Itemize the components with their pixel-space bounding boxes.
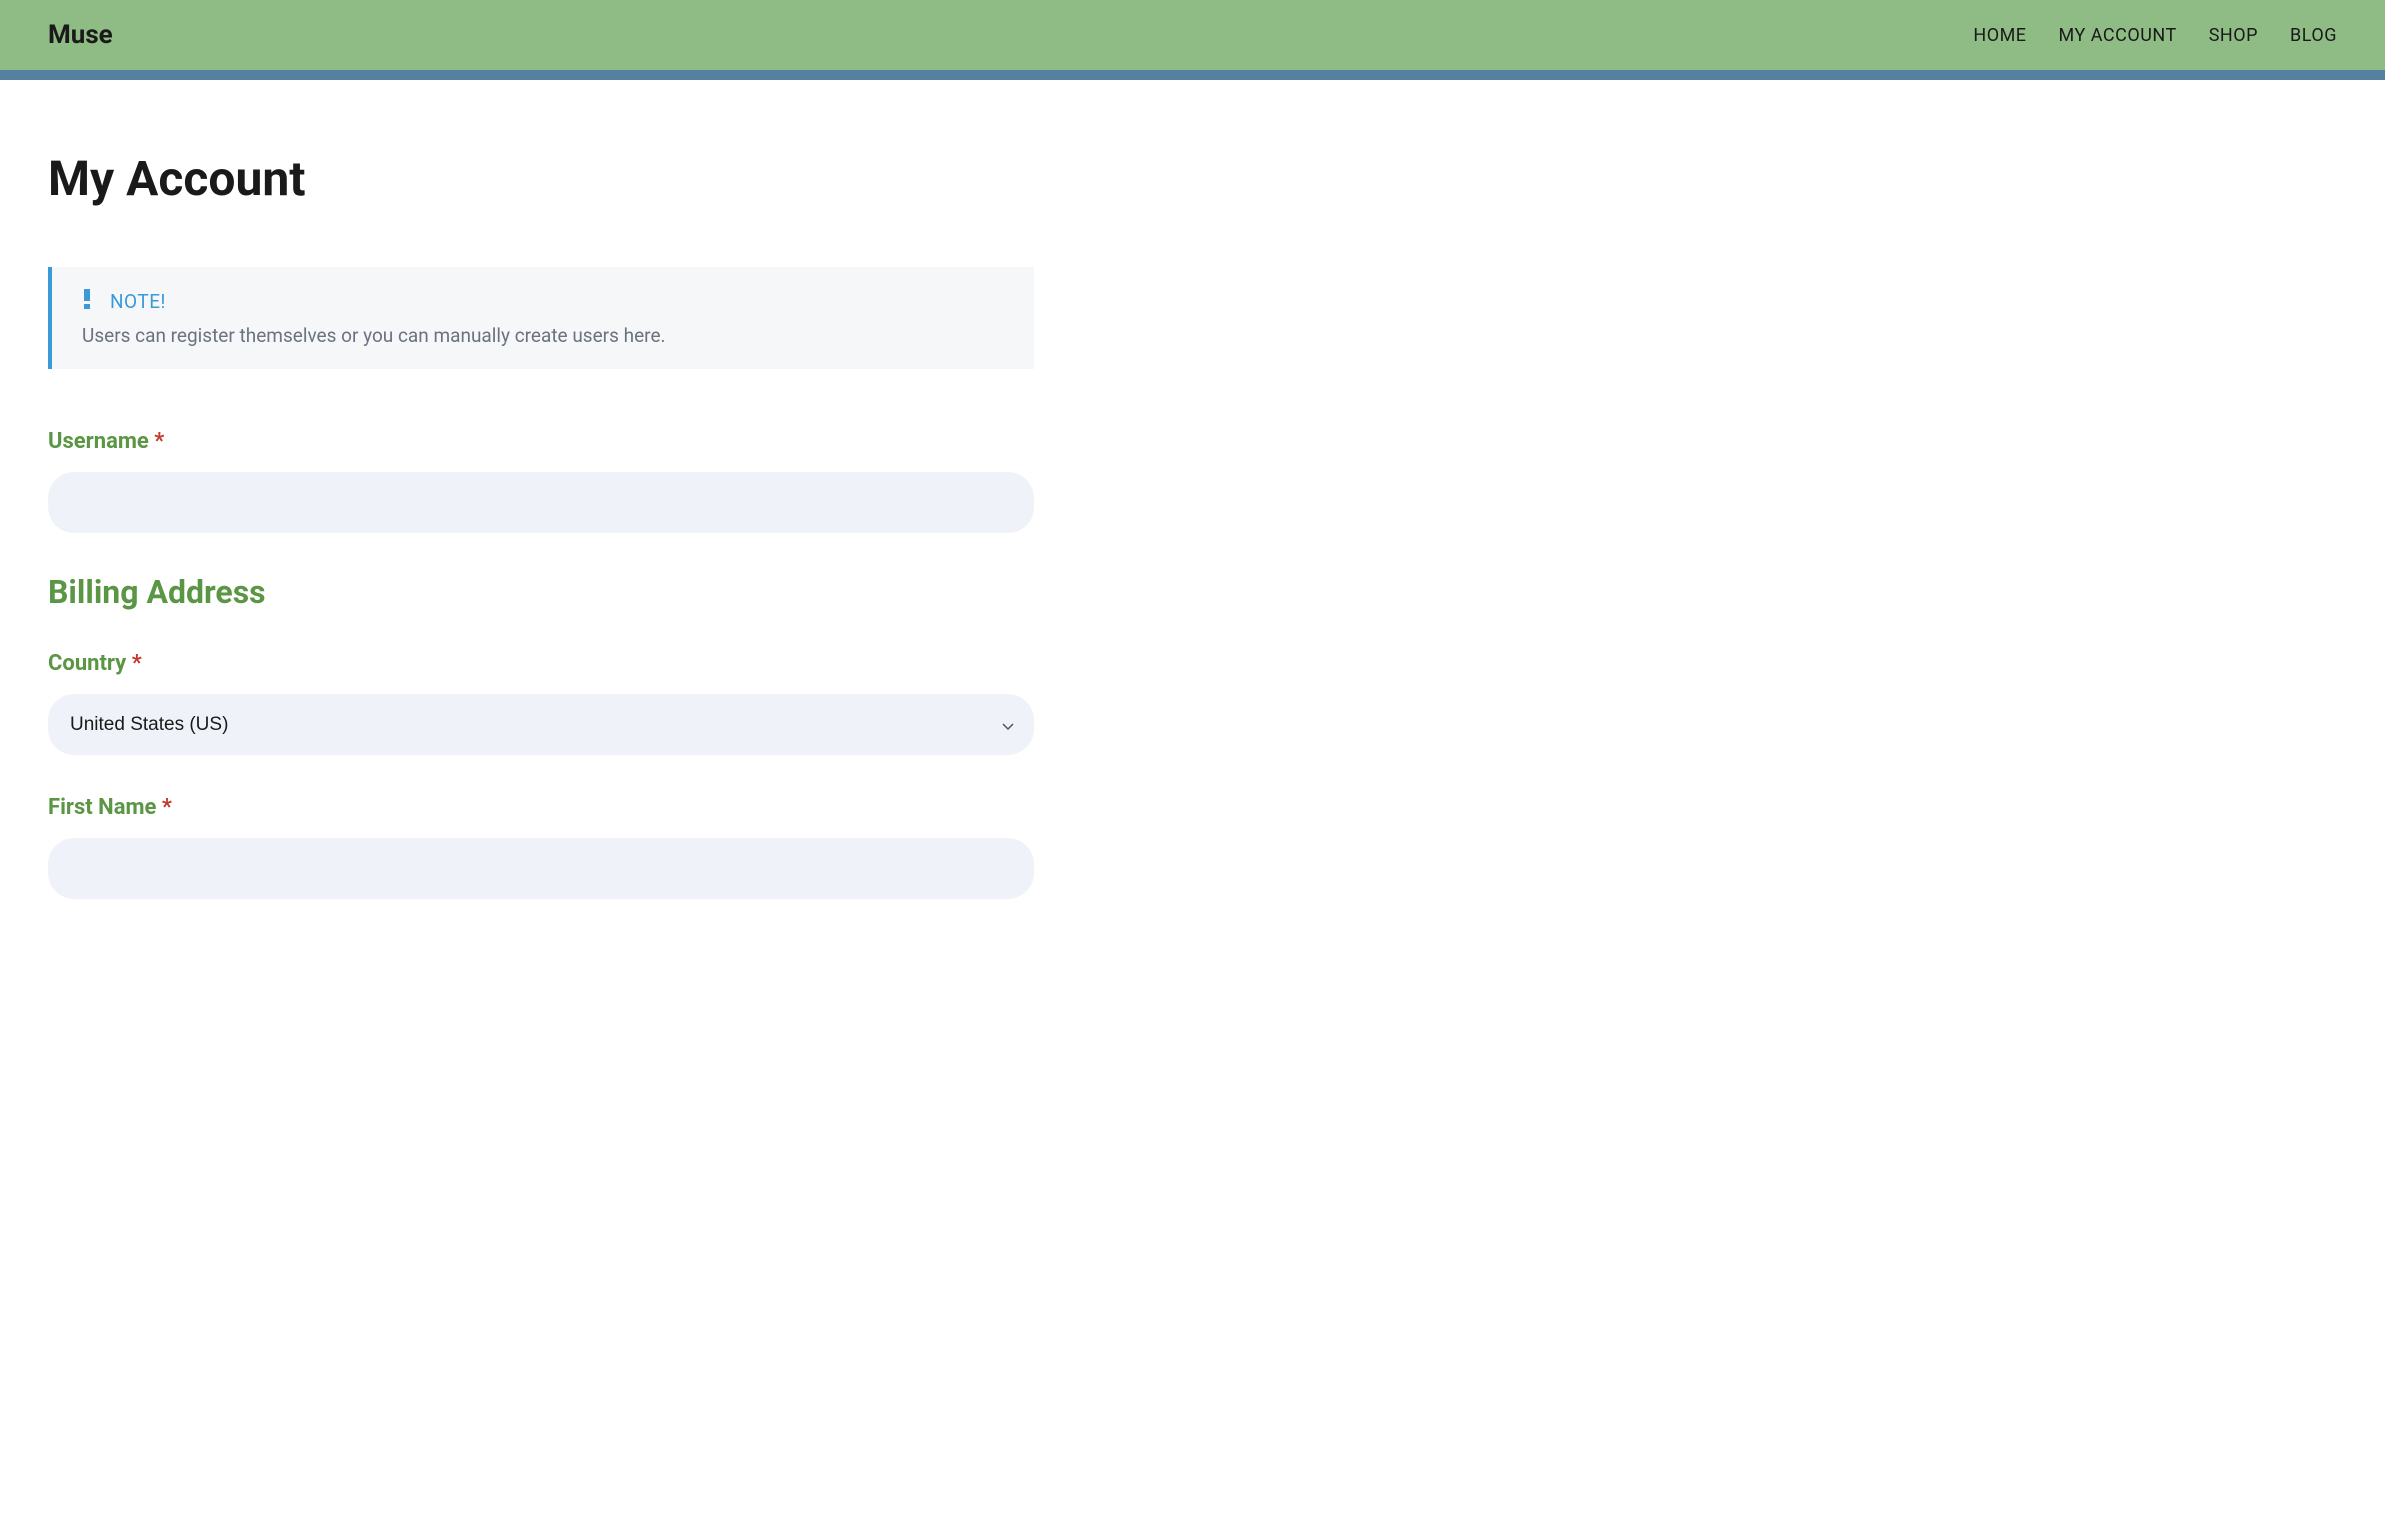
first-name-label-text: First Name [48, 795, 156, 820]
first-name-group: First Name * [48, 795, 1034, 899]
first-name-label: First Name * [48, 795, 1034, 820]
note-box: NOTE! Users can register themselves or y… [48, 267, 1034, 369]
nav-blog[interactable]: BLOG [2290, 25, 2337, 46]
nav-my-account[interactable]: MY ACCOUNT [2059, 25, 2177, 46]
note-title: NOTE! [110, 290, 166, 313]
username-input[interactable] [48, 472, 1034, 533]
info-icon [82, 289, 92, 314]
username-label: Username * [48, 429, 1034, 454]
main-content: My Account NOTE! Users can register them… [0, 80, 1082, 979]
nav-home[interactable]: HOME [1973, 25, 2026, 46]
site-header: Muse HOME MY ACCOUNT SHOP BLOG [0, 0, 2385, 70]
required-marker: * [154, 429, 164, 454]
country-group: Country * United States (US) [48, 651, 1034, 755]
required-marker: * [162, 795, 172, 820]
required-marker: * [132, 651, 142, 676]
nav-shop[interactable]: SHOP [2209, 25, 2258, 46]
country-label-text: Country [48, 651, 126, 676]
country-label: Country * [48, 651, 1034, 676]
first-name-input[interactable] [48, 838, 1034, 899]
site-title[interactable]: Muse [48, 20, 113, 50]
note-text: Users can register themselves or you can… [82, 324, 1004, 347]
note-header: NOTE! [82, 289, 1004, 314]
country-select[interactable]: United States (US) [48, 694, 1034, 755]
billing-section-title: Billing Address [48, 573, 1034, 611]
username-group: Username * [48, 429, 1034, 533]
username-label-text: Username [48, 429, 149, 454]
page-title: My Account [48, 150, 1034, 207]
country-select-wrapper: United States (US) [48, 694, 1034, 755]
main-nav: HOME MY ACCOUNT SHOP BLOG [1973, 25, 2337, 46]
accent-bar [0, 70, 2385, 80]
